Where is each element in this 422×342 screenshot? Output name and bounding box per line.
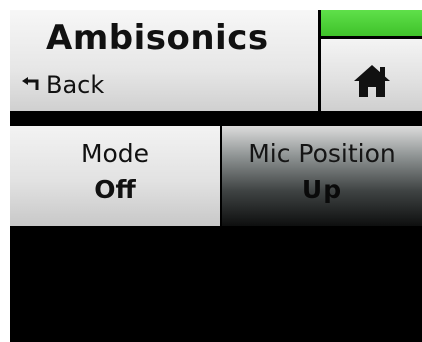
device-screen: Ambisonics Back Mode Off Mic Position Up bbox=[10, 10, 422, 342]
status-indicator bbox=[321, 10, 422, 36]
home-button[interactable] bbox=[321, 39, 422, 111]
return-arrow-icon bbox=[20, 76, 42, 94]
tab-mode-value: Off bbox=[94, 175, 136, 204]
tab-mic-position-label: Mic Position bbox=[248, 139, 396, 168]
tab-mic-position[interactable]: Mic Position Up bbox=[222, 126, 422, 226]
tab-mic-position-value: Up bbox=[301, 175, 343, 204]
tab-mode-label: Mode bbox=[80, 139, 150, 168]
tab-mode[interactable]: Mode Off bbox=[10, 126, 220, 226]
back-label: Back bbox=[46, 71, 105, 99]
page-title: Ambisonics bbox=[46, 18, 269, 58]
back-button[interactable]: Back bbox=[20, 68, 104, 102]
home-icon bbox=[352, 63, 392, 99]
header: Ambisonics Back bbox=[10, 10, 318, 111]
